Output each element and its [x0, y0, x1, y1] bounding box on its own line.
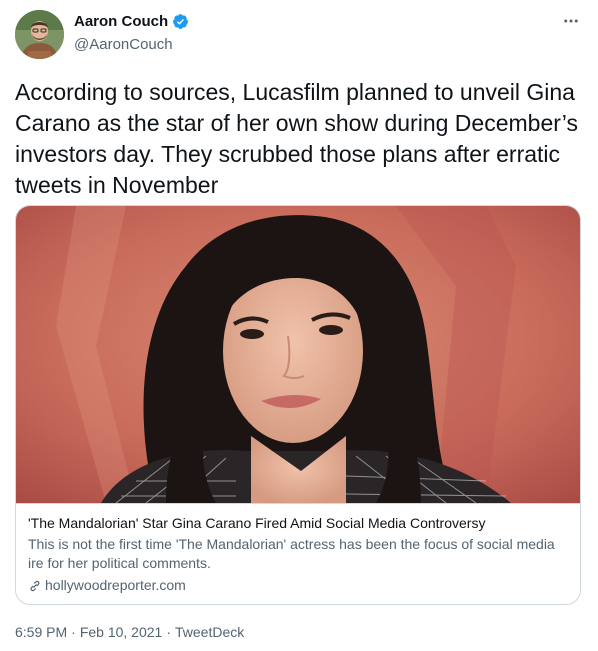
author-name-row: Aaron Couch [74, 13, 189, 30]
link-card[interactable]: 'The Mandalorian' Star Gina Carano Fired… [15, 205, 581, 605]
card-domain: hollywoodreporter.com [45, 577, 186, 593]
meta-separator: · [166, 624, 171, 640]
tweet-text: According to sources, Lucasfilm planned … [15, 79, 578, 198]
meta-separator: · [71, 624, 76, 640]
card-description: This is not the first time 'The Mandalor… [28, 536, 555, 571]
card-image[interactable] [16, 206, 580, 503]
tweet-source[interactable]: TweetDeck [175, 624, 244, 640]
verified-badge-icon [173, 14, 189, 29]
tweet: Aaron Couch @AaronCouch According to sou… [0, 0, 598, 651]
tweet-time[interactable]: 6:59 PM [15, 624, 67, 640]
card-domain-row: hollywoodreporter.com [28, 576, 568, 595]
more-options-button[interactable] [560, 10, 582, 32]
avatar[interactable] [15, 10, 64, 59]
card-body: 'The Mandalorian' Star Gina Carano Fired… [16, 503, 580, 604]
link-icon [30, 580, 40, 591]
author-name[interactable]: Aaron Couch [74, 13, 168, 30]
more-horizontal-icon [564, 19, 578, 23]
avatar-image [15, 10, 64, 59]
tweet-meta: 6:59 PM · Feb 10, 2021 · TweetDeck [15, 624, 244, 640]
card-title[interactable]: 'The Mandalorian' Star Gina Carano Fired… [28, 514, 568, 533]
author-handle[interactable]: @AaronCouch [74, 36, 173, 53]
tweet-date[interactable]: Feb 10, 2021 [80, 624, 163, 640]
